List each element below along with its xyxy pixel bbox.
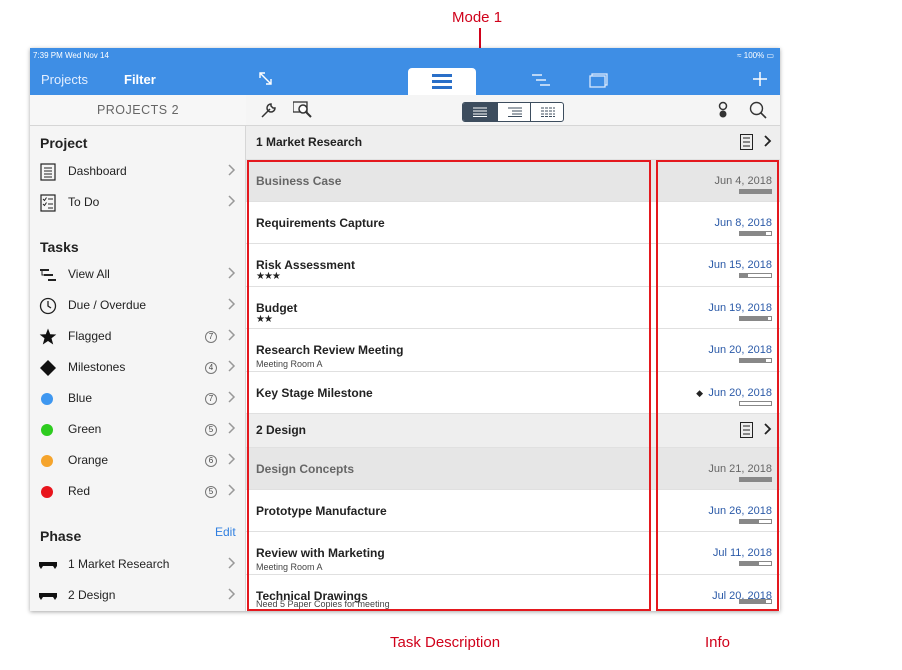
sidebar-header: 7:39 PM Wed Nov 14 Projects Filter [30, 48, 246, 95]
sidebar-item-label: Blue [68, 391, 93, 405]
wrench-icon[interactable] [260, 101, 278, 119]
tab-filter[interactable]: Filter [124, 72, 156, 87]
wifi-icon: ≈ [737, 51, 744, 60]
sidebar-item-label: Dashboard [68, 164, 127, 178]
chevron-right-icon [228, 267, 236, 279]
battery-icon: ▭ [764, 51, 774, 60]
todo-icon [40, 194, 56, 212]
battery-text: 100% [743, 51, 765, 60]
view-all-icon [40, 269, 56, 281]
chevron-right-icon[interactable] [764, 135, 772, 147]
star-icon [39, 328, 57, 345]
phase-icon [39, 593, 57, 600]
clock-icon [39, 297, 57, 315]
sidebar-item-dashboard[interactable]: Dashboard [30, 156, 246, 187]
mode-3-button[interactable] [531, 103, 563, 121]
chevron-right-icon [228, 588, 236, 600]
sidebar-item-phase-market-research[interactable]: 1 Market Research [30, 549, 246, 580]
section-tasks: Tasks [40, 239, 79, 255]
count-badge: 6 [205, 455, 217, 467]
info-highlight [656, 160, 779, 611]
chevron-right-icon [228, 391, 236, 403]
blue-dot-icon [41, 393, 53, 405]
chevron-right-icon [228, 195, 236, 207]
indent-lines-icon [508, 107, 522, 117]
sidebar-item-label: View All [68, 267, 110, 281]
tab-projects[interactable]: Projects [41, 72, 88, 87]
mode-1-button[interactable] [463, 103, 497, 121]
chevron-right-icon [228, 557, 236, 569]
cards-view-icon[interactable] [589, 73, 608, 88]
sidebar-item-label: To Do [68, 195, 100, 209]
sidebar-title: PROJECTS 2 [30, 95, 246, 126]
sidebar-item-milestones[interactable]: Milestones 4 [30, 352, 246, 383]
count-badge: 7 [205, 331, 217, 343]
tab-outline-view[interactable] [408, 68, 476, 95]
annotation-info: Info [705, 634, 731, 651]
diamond-icon [40, 360, 56, 376]
sidebar-item-blue[interactable]: Blue 7 [30, 383, 246, 414]
chevron-right-icon [228, 484, 236, 496]
sidebar-item-label: Flagged [68, 329, 112, 343]
toolbar [246, 95, 780, 126]
chevron-right-icon [228, 298, 236, 310]
count-badge: 5 [205, 486, 217, 498]
sidebar: 7:39 PM Wed Nov 14 Projects Filter PROJE… [30, 48, 246, 611]
grid-lines-icon [541, 107, 555, 117]
sidebar-item-label: Green [68, 422, 102, 436]
sidebar-item-due-overdue[interactable]: Due / Overdue [30, 290, 246, 321]
top-bar: ≈ 100% ▭ [246, 48, 780, 95]
main-panel: ≈ 100% ▭ 1 Market Research Business Case… [246, 48, 780, 611]
sidebar-item-label: 1 Market Research [68, 557, 170, 571]
group-row-market-research[interactable]: 1 Market Research [246, 126, 780, 160]
todo-list-icon[interactable] [740, 134, 753, 150]
sidebar-item-orange[interactable]: Orange 6 [30, 445, 246, 476]
gantt-view-icon[interactable] [532, 73, 550, 88]
task-description-highlight [247, 160, 651, 611]
mode-segmented-control [462, 102, 564, 122]
mode-2-button[interactable] [498, 103, 532, 121]
section-project: Project [40, 135, 88, 151]
section-phase: Phase [40, 528, 82, 544]
annotation-mode-1: Mode 1 [452, 9, 503, 26]
add-icon[interactable] [753, 72, 767, 86]
outline-view-icon [432, 74, 452, 89]
chevron-right-icon [228, 453, 236, 465]
count-badge: 4 [205, 362, 217, 374]
sidebar-item-todo[interactable]: To Do [30, 187, 246, 218]
chevron-right-icon [228, 164, 236, 176]
red-dot-icon [41, 486, 53, 498]
green-dot-icon [41, 424, 53, 436]
sidebar-item-red[interactable]: Red 5 [30, 476, 246, 507]
sidebar-item-label: Orange [68, 453, 109, 467]
count-badge: 5 [205, 424, 217, 436]
sidebar-item-phase-design[interactable]: 2 Design [30, 580, 246, 611]
status-time: 7:39 PM Wed Nov 14 [33, 51, 109, 60]
sidebar-item-view-all[interactable]: View All [30, 259, 246, 290]
sidebar-item-flagged[interactable]: Flagged 7 [30, 321, 246, 352]
sidebar-item-label: Milestones [68, 360, 126, 374]
ipad-screen: 7:39 PM Wed Nov 14 Projects Filter PROJE… [30, 48, 780, 611]
group-title: 1 Market Research [256, 135, 363, 149]
sidebar-item-label: 2 Design [68, 588, 116, 602]
sidebar-item-label: Red [68, 484, 91, 498]
edit-button[interactable]: Edit [215, 525, 236, 539]
sidebar-item-label: Due / Overdue [68, 298, 147, 312]
orange-dot-icon [41, 455, 53, 467]
annotation-task-description: Task Description [390, 634, 501, 651]
chevron-right-icon [228, 360, 236, 372]
lines-icon [473, 107, 487, 117]
expand-icon[interactable] [258, 71, 273, 86]
count-badge: 7 [205, 393, 217, 405]
phase-icon [39, 562, 57, 569]
status-icons: ≈ 100% ▭ [737, 51, 774, 60]
sidebar-item-green[interactable]: Green 5 [30, 414, 246, 445]
chevron-right-icon [228, 422, 236, 434]
search-icon[interactable] [749, 101, 767, 119]
dashboard-icon [40, 163, 56, 181]
zoom-search-icon[interactable] [293, 101, 313, 119]
chevron-right-icon [228, 329, 236, 341]
filter-toggle-icon[interactable] [716, 101, 730, 119]
